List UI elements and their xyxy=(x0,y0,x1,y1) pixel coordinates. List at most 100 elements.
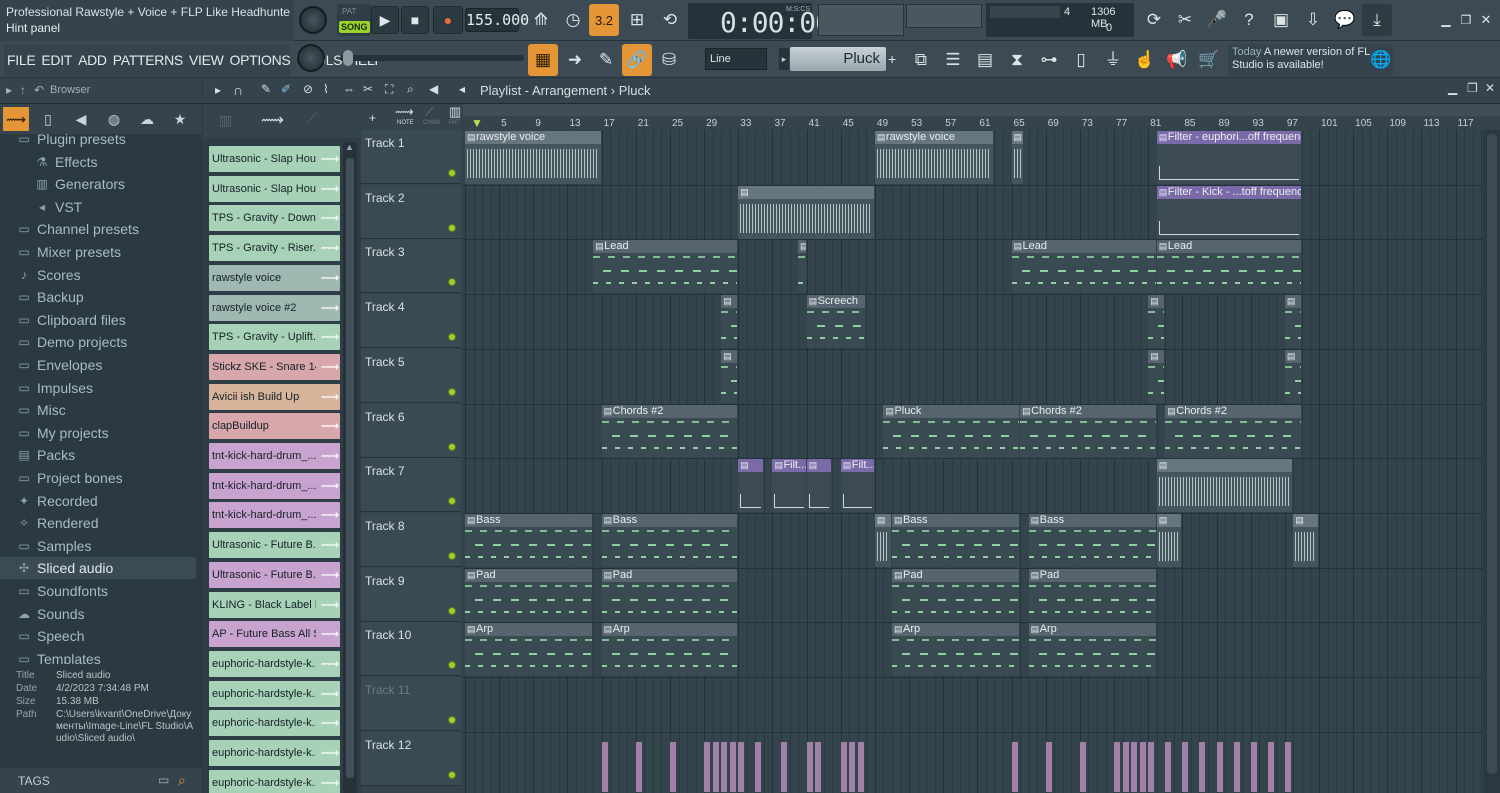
track-header[interactable]: Track 3 xyxy=(361,239,461,294)
playlist-clip[interactable]: Arp xyxy=(601,623,738,677)
pl-close-icon[interactable]: ✕ xyxy=(1485,81,1495,95)
tab-favorites[interactable]: ★ xyxy=(167,107,193,131)
browser-item[interactable]: ✧ Rendered xyxy=(0,512,196,534)
metronome-button[interactable]: ⟰ xyxy=(526,4,556,36)
arrangement-grid[interactable]: rawstyle voice rawstyle voice Filter - eup… xyxy=(463,130,1483,793)
browser-item[interactable]: ▭ Samples xyxy=(0,535,196,557)
folder-icon[interactable]: ▭ xyxy=(158,773,169,787)
tab-cloud[interactable]: ☁ xyxy=(134,107,160,131)
browser-item[interactable]: ✦ Recorded xyxy=(0,490,196,512)
channel-rack-button[interactable]: ✎ xyxy=(591,44,621,76)
playlist-clip[interactable] xyxy=(738,459,763,513)
browser-item[interactable]: ♪ Scores xyxy=(0,264,196,286)
mixer-button[interactable]: ⧉ xyxy=(906,44,936,76)
close-button[interactable]: ✕ xyxy=(1476,4,1496,36)
playlist-clip[interactable]: Filt... xyxy=(840,459,874,513)
picker-item[interactable]: euphoric-hardstyle-k... ⟿ xyxy=(209,650,340,677)
browser-view-button[interactable]: ▤ xyxy=(970,44,1000,76)
piano-roll-button[interactable]: ➜ xyxy=(560,44,590,76)
tutorial-button[interactable]: 📢 xyxy=(1162,44,1192,76)
picker-item[interactable]: clapBuildup ⟿ xyxy=(209,413,340,440)
delete-icon[interactable]: ⊘ xyxy=(303,82,313,96)
playlist-clip[interactable]: Lead xyxy=(1156,240,1301,294)
browser-item[interactable]: ▥ Generators xyxy=(0,173,196,195)
drum-clip[interactable] xyxy=(738,742,745,792)
menu-file[interactable]: FILE xyxy=(4,52,38,68)
drum-clip[interactable] xyxy=(840,742,847,792)
play-button[interactable]: ▶ xyxy=(371,6,399,34)
pattern-prev-button[interactable]: ▸ xyxy=(779,48,789,70)
picker-item[interactable]: tnt-kick-hard-drum_... ⟿ xyxy=(209,443,340,469)
playlist-scroll-thumb[interactable] xyxy=(1487,134,1497,774)
playlist-clip[interactable] xyxy=(738,185,874,239)
tab-all[interactable]: ⟿ xyxy=(3,107,29,131)
picker-item[interactable]: TPS - Gravity - Riser... ⟿ xyxy=(209,235,340,262)
drum-clip[interactable] xyxy=(1267,742,1274,792)
countdown-button[interactable]: 3.2 xyxy=(589,4,619,36)
search-icon[interactable]: ⌕ xyxy=(178,772,186,789)
playlist-clip[interactable] xyxy=(798,240,807,294)
playlist-clip[interactable] xyxy=(1293,513,1318,567)
magnet-icon[interactable]: ∩ xyxy=(233,82,243,98)
menu-options[interactable]: OPTIONS xyxy=(227,52,294,68)
performance-monitor[interactable]: 4 1306 MB 0 xyxy=(986,3,1134,37)
mute-icon[interactable]: ⌇ xyxy=(323,82,329,96)
brush-icon[interactable]: ✐ xyxy=(281,82,291,96)
drum-clip[interactable] xyxy=(1216,742,1223,792)
picker-item[interactable]: Ultrasonic - Future B... ⟿ xyxy=(209,532,340,559)
picker-scrollbar[interactable]: ▲ xyxy=(343,142,357,793)
cut-button[interactable]: ✂ xyxy=(1170,4,1200,36)
playlist-clip[interactable]: Filter - Kick - ...toff frequency xyxy=(1156,185,1301,239)
browser-item[interactable]: ▭ Envelopes xyxy=(0,354,196,376)
browser-item[interactable]: ▭ Project bones xyxy=(0,467,196,489)
picker-item[interactable]: euphoric-hardstyle-k... ⟿ xyxy=(209,769,340,793)
track-mute-led[interactable] xyxy=(448,333,456,342)
pattern-selector[interactable]: Pluck xyxy=(790,47,886,71)
browser-item[interactable]: ▭ Mixer presets xyxy=(0,241,196,263)
playlist-clip[interactable] xyxy=(1148,349,1165,403)
drum-clip[interactable] xyxy=(815,742,822,792)
plugin-database-button[interactable]: ⏚ xyxy=(1098,44,1128,76)
pat-song-switch[interactable]: PAT SONG xyxy=(337,4,371,36)
mixer-view-button[interactable]: ⧗ xyxy=(1002,44,1032,76)
slip-icon[interactable]: ⇔ xyxy=(343,82,355,96)
playlist-clip[interactable]: Lead xyxy=(1011,240,1156,294)
back-icon[interactable]: ↶ xyxy=(34,83,44,97)
stamp-button[interactable]: ⛁ xyxy=(654,44,684,76)
tab-project[interactable]: ▯ xyxy=(35,107,61,131)
minimize-button[interactable]: ▁ xyxy=(1436,4,1456,36)
playlist-clip[interactable]: Screech xyxy=(806,295,866,349)
touch-controller-button[interactable]: ☝ xyxy=(1130,44,1160,76)
link-button[interactable]: 🔗 xyxy=(622,44,652,76)
timeline-ruler[interactable]: 5 9 13 17 21 25 29 33 37 41 45 49 53 57 61 65 69 73 77 81 85… xyxy=(463,104,1500,130)
picker-item[interactable]: KLING - Black Label F... ⟿ xyxy=(209,591,340,618)
stop-button[interactable]: ■ xyxy=(401,6,429,34)
playlist-clip[interactable]: Bass xyxy=(1028,513,1156,567)
note-tool-icon[interactable]: ⟿ xyxy=(395,104,414,120)
master-volume-knob[interactable] xyxy=(299,6,327,34)
track-header[interactable]: Track 5 xyxy=(361,348,461,403)
drum-clip[interactable] xyxy=(721,742,728,792)
browser-item[interactable]: ◂ VST xyxy=(0,196,196,218)
tab-plugins[interactable]: ◍ xyxy=(101,107,127,131)
track-header[interactable]: Track 11 xyxy=(361,677,461,731)
drum-clip[interactable] xyxy=(1165,742,1172,792)
browser-item[interactable]: ▭ Templates xyxy=(0,648,196,664)
tab-audio[interactable]: ◀ xyxy=(68,107,94,131)
playlist-clip[interactable] xyxy=(1148,295,1165,349)
drum-clip[interactable] xyxy=(849,742,856,792)
playback-icon[interactable]: ◀ xyxy=(429,82,438,96)
playlist-clip[interactable]: Pad xyxy=(601,568,738,622)
browser-item[interactable]: ▭ Demo projects xyxy=(0,331,196,353)
project-picker-button[interactable]: ⊶ xyxy=(1034,44,1064,76)
slider-handle[interactable] xyxy=(343,50,353,66)
track-mute-led[interactable] xyxy=(448,278,456,287)
playlist-button[interactable]: ▦ xyxy=(528,44,558,76)
picker-item[interactable]: Ultrasonic - Slap Hou... ⟿ xyxy=(209,146,340,172)
pat-tool-icon[interactable]: ▥ xyxy=(449,104,461,120)
song-label[interactable]: SONG xyxy=(339,21,370,33)
arrow-up-icon[interactable]: ↑ xyxy=(20,83,26,97)
browser-item[interactable]: ⚗ Effects xyxy=(0,151,196,173)
chan-tool-icon[interactable]: ⟋ xyxy=(425,104,434,120)
playlist-clip[interactable]: rawstyle voice xyxy=(874,131,994,184)
